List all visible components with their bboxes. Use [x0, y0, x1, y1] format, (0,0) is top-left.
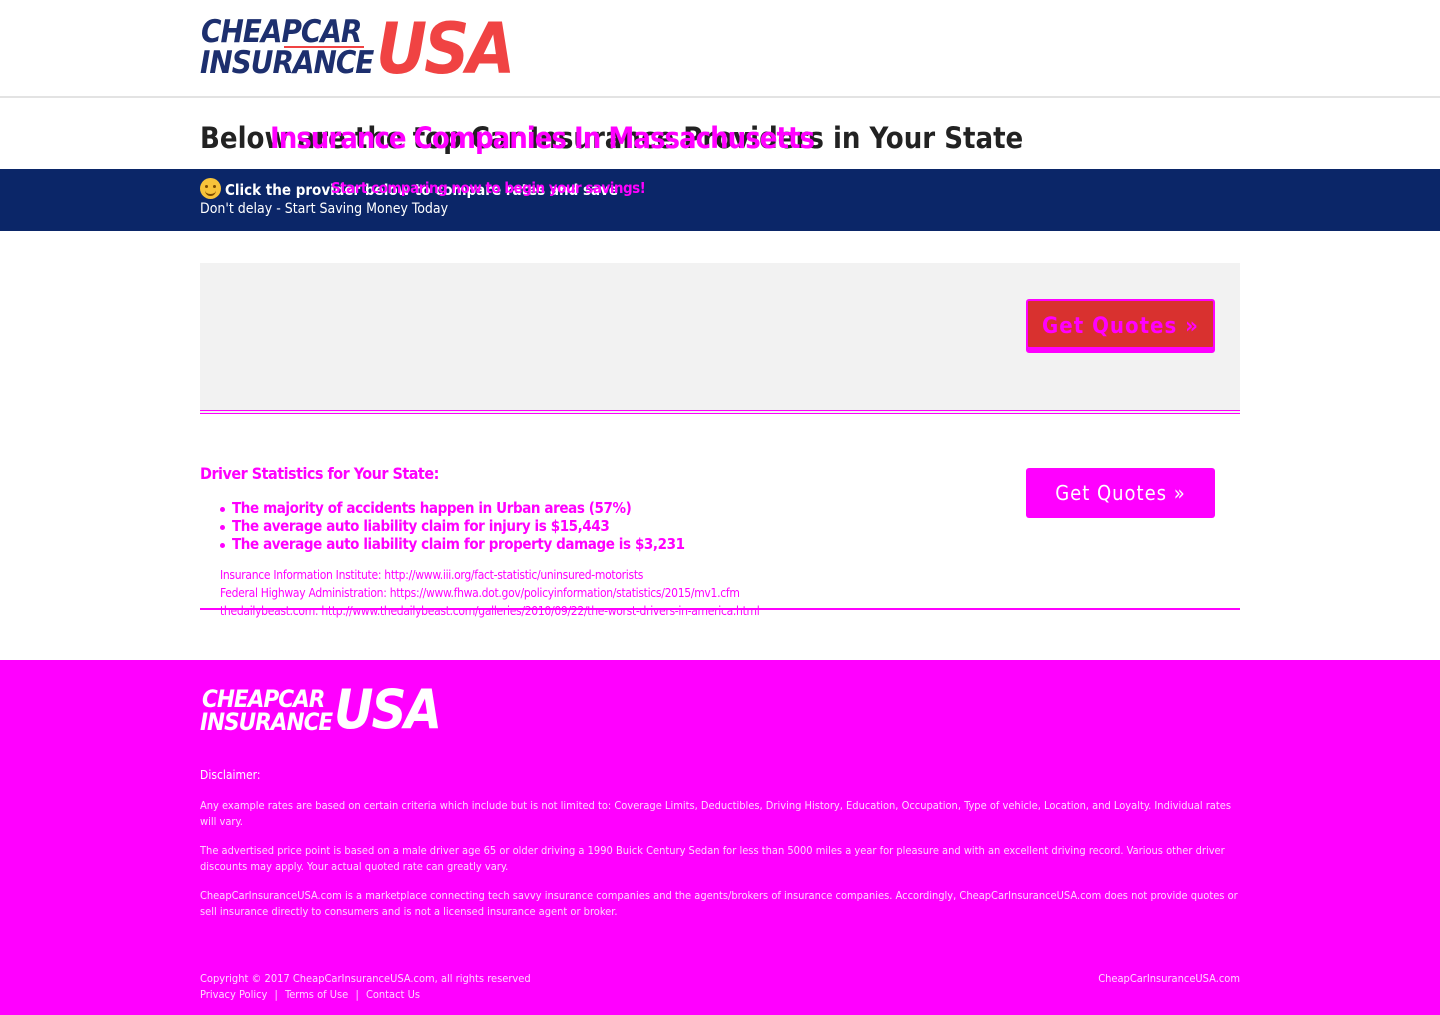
link-separator: | [355, 988, 359, 1001]
disclaimer-paragraph: Any example rates are based on certain c… [200, 799, 1231, 828]
driver-statistics: Driver Statistics for Your State: The ma… [200, 414, 1240, 618]
banner-line-2: Don't delay - Start Saving Money Today [200, 201, 449, 217]
source-link[interactable]: Federal Highway Administration: https://… [220, 584, 759, 602]
stats-item: The average auto liability claim for inj… [220, 517, 685, 535]
source-link[interactable]: Insurance Information Institute: http://… [220, 566, 759, 584]
info-banner: Click the provider below to compare rate… [0, 169, 1440, 231]
page-title-overlay: Insurance Companies In Massachusetts [270, 121, 815, 155]
contact-us-link[interactable]: Contact Us [366, 988, 420, 1001]
page-title-area: Below are the top Car Insurance Provider… [0, 98, 1440, 169]
footer-links: Privacy Policy | Terms of Use | Contact … [200, 988, 424, 1001]
footer-logo-usa: USA [334, 678, 442, 741]
stats-title: Driver Statistics for Your State: [200, 464, 439, 483]
footer-site-name[interactable]: CheapCarInsuranceUSA.com [1098, 972, 1240, 985]
link-separator: | [274, 988, 278, 1001]
disclaimer-paragraph: CheapCarInsuranceUSA.com is a marketplac… [200, 889, 1238, 918]
terms-of-use-link[interactable]: Terms of Use [285, 988, 348, 1001]
disclaimer-paragraph: The advertised price point is based on a… [200, 844, 1225, 873]
logo-text-insurance: INSURANCE [200, 45, 374, 81]
get-quotes-button-secondary[interactable]: Get Quotes » [1026, 468, 1215, 518]
stats-list: The majority of accidents happen in Urba… [220, 499, 685, 553]
stats-sources: Insurance Information Institute: http://… [220, 566, 760, 620]
source-link[interactable]: thedailybeast.com: http://www.thedailybe… [220, 602, 760, 620]
footer-logo[interactable]: CHEAPCAR INSURANCE USA [200, 678, 450, 741]
banner-overlay-text: Start comparing now to begin your saving… [331, 179, 646, 197]
copyright: Copyright © 2017 CheapCarInsuranceUSA.co… [200, 972, 531, 985]
get-quotes-button[interactable]: Get Quotes » [1026, 299, 1215, 353]
stats-item: The majority of accidents happen in Urba… [220, 499, 685, 517]
privacy-policy-link[interactable]: Privacy Policy [200, 988, 267, 1001]
site-footer: CHEAPCAR INSURANCE USA Disclaimer: Any e… [0, 660, 1440, 1015]
logo-text-usa: USA [376, 8, 515, 90]
disclaimer-heading: Disclaimer: [200, 768, 261, 782]
footer-logo-insurance: INSURANCE [200, 708, 333, 736]
site-header: CHEAPCAR INSURANCE USA [0, 0, 1440, 98]
provider-card: Get Quotes » [200, 263, 1240, 414]
site-logo[interactable]: CHEAPCAR INSURANCE USA [200, 8, 520, 90]
main-content: Get Quotes » Driver Statistics for Your … [200, 263, 1240, 618]
banner-line-1: Click the provider below to compare rate… [200, 178, 1240, 200]
stats-item: The average auto liability claim for pro… [220, 535, 685, 553]
smiley-emoji-icon [200, 178, 221, 199]
